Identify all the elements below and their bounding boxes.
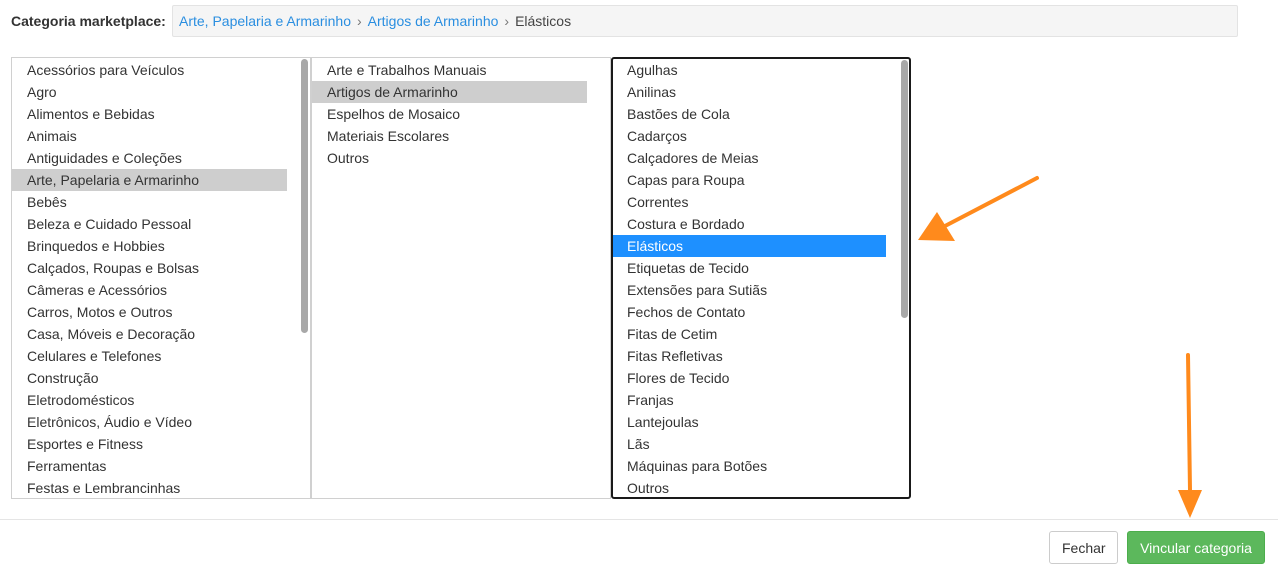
list-item[interactable]: Materiais Escolares — [312, 125, 587, 147]
breadcrumb-separator: › — [504, 13, 510, 29]
category-list-level3[interactable]: Agulhas Anilinas Bastões de Cola Cadarços Ca… — [611, 57, 911, 499]
breadcrumb-level2-link[interactable]: Artigos de Armarinho — [368, 13, 499, 29]
list-item[interactable]: Lantejoulas — [613, 411, 886, 433]
list-item[interactable]: Elásticos — [613, 235, 886, 257]
list-item[interactable]: Franjas — [613, 389, 886, 411]
list-item[interactable]: Acessórios para Veículos — [12, 59, 287, 81]
list-item[interactable]: Anilinas — [613, 81, 886, 103]
list-item[interactable]: Espelhos de Mosaico — [312, 103, 587, 125]
breadcrumb-level1-link[interactable]: Arte, Papelaria e Armarinho — [179, 13, 351, 29]
list-item[interactable]: Animais — [12, 125, 287, 147]
breadcrumb: Arte, Papelaria e Armarinho › Artigos de A… — [172, 5, 1238, 37]
list-item[interactable]: Fechos de Contato — [613, 301, 886, 323]
list-item[interactable]: Etiquetas de Tecido — [613, 257, 886, 279]
list-item[interactable]: Eletrodomésticos — [12, 389, 287, 411]
list-item[interactable]: Arte e Trabalhos Manuais — [312, 59, 587, 81]
list-item[interactable]: Construção — [12, 367, 287, 389]
list-item[interactable]: Casa, Móveis e Decoração — [12, 323, 287, 345]
scrollbar[interactable] — [901, 60, 908, 318]
list-item[interactable]: Agulhas — [613, 59, 886, 81]
list-item[interactable]: Lãs — [613, 433, 886, 455]
list-item[interactable]: Outros — [312, 147, 587, 169]
link-category-button[interactable]: Vincular categoria — [1127, 531, 1265, 564]
category-list-level2-items: Arte e Trabalhos Manuais Artigos de Armar… — [312, 58, 610, 169]
list-item[interactable]: Bebês — [12, 191, 287, 213]
list-item[interactable]: Correntes — [613, 191, 886, 213]
list-item[interactable]: Capas para Roupa — [613, 169, 886, 191]
category-row: Categoria marketplace: Arte, Papelaria e… — [11, 5, 1238, 37]
list-item[interactable]: Artigos de Armarinho — [312, 81, 587, 103]
list-item[interactable]: Carros, Motos e Outros — [12, 301, 287, 323]
list-item[interactable]: Fitas Refletivas — [613, 345, 886, 367]
list-item[interactable]: Calçadores de Meias — [613, 147, 886, 169]
list-item[interactable]: Costura e Bordado — [613, 213, 886, 235]
list-item[interactable]: Câmeras e Acessórios — [12, 279, 287, 301]
list-item[interactable]: Fitas de Cetim — [613, 323, 886, 345]
list-item[interactable]: Agro — [12, 81, 287, 103]
list-item[interactable]: Esportes e Fitness — [12, 433, 287, 455]
list-item[interactable]: Outros — [613, 477, 886, 497]
category-label: Categoria marketplace: — [11, 13, 166, 29]
category-list-level1[interactable]: Acessórios para Veículos Agro Alimentos e … — [11, 57, 311, 499]
list-item[interactable]: Flores de Tecido — [613, 367, 886, 389]
list-item[interactable]: Ferramentas — [12, 455, 287, 477]
modal-footer: Fechar Vincular categoria — [0, 519, 1278, 571]
list-item[interactable]: Alimentos e Bebidas — [12, 103, 287, 125]
annotation-arrow-icon — [918, 176, 1039, 241]
breadcrumb-separator: › — [356, 13, 362, 29]
list-item[interactable]: Eletrônicos, Áudio e Vídeo — [12, 411, 287, 433]
category-list-level3-items: Agulhas Anilinas Bastões de Cola Cadarços Ca… — [613, 59, 909, 497]
list-item[interactable]: Arte, Papelaria e Armarinho — [12, 169, 287, 191]
category-list-level1-items: Acessórios para Veículos Agro Alimentos e … — [12, 58, 310, 498]
list-item[interactable]: Antiguidades e Coleções — [12, 147, 287, 169]
scrollbar[interactable] — [301, 59, 308, 333]
list-item[interactable]: Máquinas para Botões — [613, 455, 886, 477]
list-item[interactable]: Brinquedos e Hobbies — [12, 235, 287, 257]
list-item[interactable]: Bastões de Cola — [613, 103, 886, 125]
list-item[interactable]: Beleza e Cuidado Pessoal — [12, 213, 287, 235]
list-item[interactable]: Extensões para Sutiãs — [613, 279, 886, 301]
list-item[interactable]: Celulares e Telefones — [12, 345, 287, 367]
list-item[interactable]: Calçados, Roupas e Bolsas — [12, 257, 287, 279]
category-list-level2[interactable]: Arte e Trabalhos Manuais Artigos de Armar… — [311, 57, 611, 499]
annotation-arrow-icon — [1178, 353, 1202, 518]
list-item[interactable]: Cadarços — [613, 125, 886, 147]
close-button[interactable]: Fechar — [1049, 531, 1118, 564]
breadcrumb-current: Elásticos — [515, 13, 572, 29]
list-item[interactable]: Festas e Lembrancinhas — [12, 477, 287, 498]
